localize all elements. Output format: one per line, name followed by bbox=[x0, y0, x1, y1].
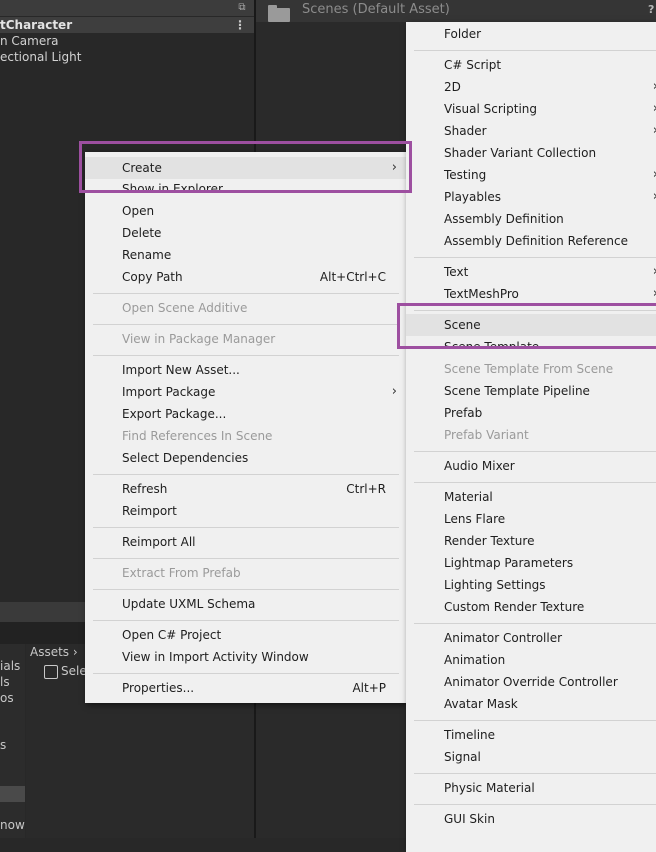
submenu-item-folder[interactable]: Folder bbox=[406, 23, 656, 45]
help-icon[interactable]: ? bbox=[648, 3, 656, 16]
submenu-item-csharp-script[interactable]: C# Script bbox=[406, 54, 656, 76]
menu-item-view-in-package-manager: View in Package Manager bbox=[122, 332, 276, 346]
menu-item-open-scene-additive: Open Scene Additive bbox=[122, 301, 248, 315]
unity-logo-icon bbox=[44, 664, 58, 679]
menu-separator bbox=[93, 474, 399, 475]
submenu-item-scene-template-pipeline[interactable]: Scene Template Pipeline bbox=[406, 380, 656, 402]
submenu-item-testing[interactable]: Testing› bbox=[406, 164, 656, 186]
menu-item-import-new-asset[interactable]: Import New Asset... bbox=[85, 359, 407, 381]
submenu-item-2d[interactable]: 2D› bbox=[406, 76, 656, 98]
menu-separator bbox=[414, 773, 656, 774]
submenu-item-shader-variant-collection[interactable]: Shader Variant Collection bbox=[406, 142, 656, 164]
create-submenu: Folder C# Script 2D› Visual Scripting› S… bbox=[406, 22, 656, 852]
submenu-item-assembly-definition[interactable]: Assembly Definition bbox=[406, 208, 656, 230]
submenu-item-scene-template-from-scene: Scene Template From Scene bbox=[444, 362, 614, 376]
context-menu: Create › Show in Explorer Open Delete Ren… bbox=[85, 152, 407, 703]
scene-name: tCharacter bbox=[0, 18, 73, 32]
menu-separator bbox=[93, 620, 399, 621]
submenu-item-avatar-mask[interactable]: Avatar Mask bbox=[406, 693, 656, 715]
maximize-icon[interactable]: ⧉ bbox=[235, 1, 249, 14]
menu-item-rename[interactable]: Rename bbox=[85, 244, 407, 266]
menu-separator bbox=[414, 720, 656, 721]
menu-separator bbox=[93, 589, 399, 590]
submenu-item-timeline[interactable]: Timeline bbox=[406, 724, 656, 746]
submenu-item-playables[interactable]: Playables› bbox=[406, 186, 656, 208]
menu-separator bbox=[93, 673, 399, 674]
folder-tree-item[interactable]: now bbox=[0, 818, 25, 832]
submenu-item-shader[interactable]: Shader› bbox=[406, 120, 656, 142]
hierarchy-item-light[interactable]: ectional Light bbox=[0, 49, 81, 65]
menu-item-delete[interactable]: Delete bbox=[85, 222, 407, 244]
submenu-item-physic-material[interactable]: Physic Material bbox=[406, 777, 656, 799]
submenu-item-textmeshpro[interactable]: TextMeshPro› bbox=[406, 283, 656, 305]
menu-item-import-package[interactable]: Import Package › bbox=[85, 381, 407, 403]
submenu-item-custom-render-texture[interactable]: Custom Render Texture bbox=[406, 596, 656, 618]
kebab-menu-icon[interactable]: ⋮ bbox=[234, 17, 246, 33]
menu-item-open-csharp-project[interactable]: Open C# Project bbox=[85, 624, 407, 646]
submenu-item-material[interactable]: Material bbox=[406, 486, 656, 508]
project-asset-item[interactable]: Sele bbox=[44, 664, 87, 679]
chevron-right-icon: › bbox=[391, 384, 397, 399]
menu-item-update-uxml-schema[interactable]: Update UXML Schema bbox=[85, 593, 407, 615]
folder-icon bbox=[268, 5, 290, 23]
submenu-item-visual-scripting[interactable]: Visual Scripting› bbox=[406, 98, 656, 120]
submenu-item-lens-flare[interactable]: Lens Flare bbox=[406, 508, 656, 530]
submenu-item-audio-mixer[interactable]: Audio Mixer bbox=[406, 455, 656, 477]
hierarchy-item-camera[interactable]: n Camera bbox=[0, 33, 59, 49]
menu-separator bbox=[93, 558, 399, 559]
menu-separator bbox=[414, 482, 656, 483]
folder-tree-item[interactable]: ials bbox=[0, 659, 20, 673]
menu-separator bbox=[93, 355, 399, 356]
menu-item-properties[interactable]: Properties... Alt+P bbox=[85, 677, 407, 699]
submenu-item-lighting-settings[interactable]: Lighting Settings bbox=[406, 574, 656, 596]
submenu-item-animator-override-controller[interactable]: Animator Override Controller bbox=[406, 671, 656, 693]
submenu-item-render-texture[interactable]: Render Texture bbox=[406, 530, 656, 552]
menu-separator bbox=[414, 50, 656, 51]
submenu-item-animator-controller[interactable]: Animator Controller bbox=[406, 627, 656, 649]
breadcrumb-assets[interactable]: Assets bbox=[30, 645, 69, 659]
menu-separator bbox=[93, 293, 399, 294]
menu-item-select-dependencies[interactable]: Select Dependencies bbox=[85, 447, 407, 469]
highlight-box-scene bbox=[397, 303, 656, 349]
folder-tree-item[interactable]: ls bbox=[0, 675, 10, 689]
hierarchy-scene-row[interactable]: tCharacter ⋮ bbox=[0, 17, 254, 33]
submenu-item-assembly-definition-reference[interactable]: Assembly Definition Reference bbox=[406, 230, 656, 252]
menu-separator bbox=[93, 527, 399, 528]
hierarchy-toolbar: ⧉ bbox=[0, 0, 254, 16]
menu-item-find-references: Find References In Scene bbox=[122, 429, 273, 443]
menu-item-reimport[interactable]: Reimport bbox=[85, 500, 407, 522]
menu-item-refresh[interactable]: Refresh Ctrl+R bbox=[85, 478, 407, 500]
submenu-item-lightmap-parameters[interactable]: Lightmap Parameters bbox=[406, 552, 656, 574]
menu-item-copy-path[interactable]: Copy Path Alt+Ctrl+C bbox=[85, 266, 407, 288]
highlight-box-create bbox=[79, 141, 412, 193]
folder-tree-item[interactable]: os bbox=[0, 691, 14, 705]
menu-item-reimport-all[interactable]: Reimport All bbox=[85, 531, 407, 553]
submenu-item-prefab[interactable]: Prefab bbox=[406, 402, 656, 424]
menu-item-open[interactable]: Open bbox=[85, 200, 407, 222]
chevron-right-icon: › bbox=[72, 645, 78, 659]
menu-item-export-package[interactable]: Export Package... bbox=[85, 403, 407, 425]
menu-separator bbox=[414, 257, 656, 258]
asset-label: Sele bbox=[61, 664, 87, 678]
submenu-item-signal[interactable]: Signal bbox=[406, 746, 656, 768]
submenu-item-prefab-variant: Prefab Variant bbox=[444, 428, 529, 442]
menu-separator bbox=[414, 623, 656, 624]
submenu-item-text[interactable]: Text› bbox=[406, 261, 656, 283]
asset-path-title: Scenes (Default Asset) bbox=[302, 2, 450, 17]
menu-separator bbox=[414, 451, 656, 452]
submenu-item-animation[interactable]: Animation bbox=[406, 649, 656, 671]
submenu-item-gui-skin[interactable]: GUI Skin bbox=[406, 808, 656, 830]
menu-separator bbox=[93, 324, 399, 325]
folder-tree-item[interactable]: s bbox=[0, 738, 6, 752]
menu-item-view-import-activity[interactable]: View in Import Activity Window bbox=[85, 646, 407, 668]
folder-tree-selection bbox=[0, 786, 25, 802]
menu-separator bbox=[414, 804, 656, 805]
project-folder-tree: ials ls os s now bbox=[0, 644, 25, 838]
menu-item-extract-from-prefab: Extract From Prefab bbox=[122, 566, 241, 580]
breadcrumb[interactable]: Assets › bbox=[30, 645, 78, 659]
